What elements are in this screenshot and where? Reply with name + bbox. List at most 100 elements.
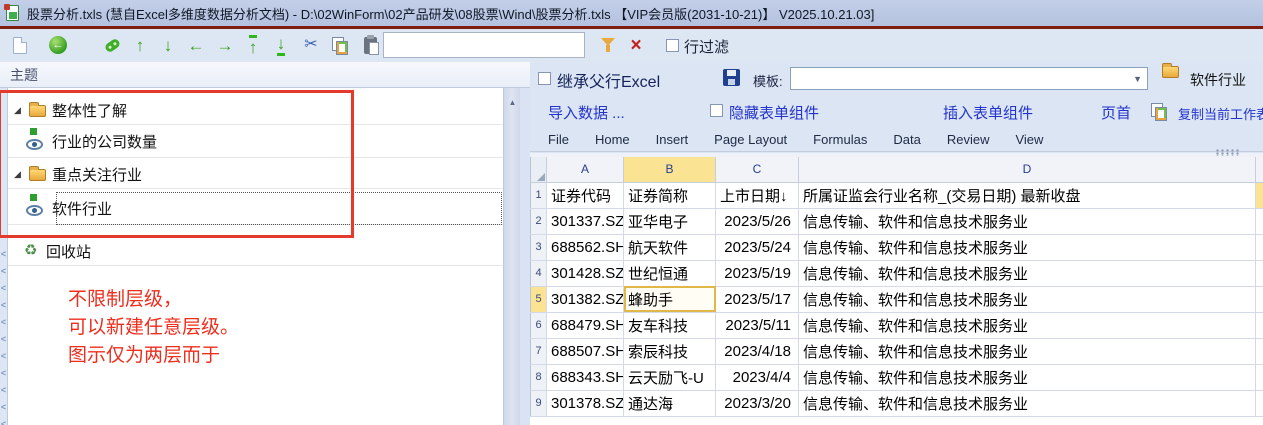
tree-item-industry-count[interactable]: 行业的公司数量 — [8, 126, 503, 158]
scroll-up-icon[interactable]: ▲ — [504, 94, 521, 110]
move-top-button[interactable]: ↑ — [241, 33, 265, 57]
column-header-A[interactable]: A — [546, 157, 624, 183]
cell-D4[interactable]: 信息传输、软件和信息技术服务业 — [798, 260, 1256, 287]
cell-A1[interactable]: 证券代码 — [546, 182, 624, 209]
ribbon-tab-home[interactable]: Home — [595, 132, 630, 147]
column-header-C[interactable]: C — [715, 157, 799, 183]
cell-A8[interactable]: 688343.SH — [546, 364, 624, 391]
eye-icon[interactable] — [26, 205, 43, 216]
tree-item-recycle-bin[interactable]: ♻ 回收站 — [8, 238, 503, 266]
cell-A4[interactable]: 301428.SZ — [546, 260, 624, 287]
cell-B4[interactable]: 世纪恒通 — [623, 260, 716, 287]
cell-C8[interactable]: 2023/4/4 — [715, 364, 799, 391]
row-header-5[interactable]: 5 — [530, 286, 547, 313]
column-header-E-partial[interactable] — [1255, 157, 1263, 183]
move-up-button[interactable]: ↑ — [128, 33, 152, 57]
cell-A9[interactable]: 301378.SZ — [546, 390, 624, 417]
ribbon-tab-view[interactable]: View — [1015, 132, 1043, 147]
copy-button[interactable] — [327, 33, 351, 57]
cell-C1[interactable]: 上市日期↓ — [715, 182, 799, 209]
tree-item-focus-industries[interactable]: ◢ 重点关注行业 — [8, 161, 503, 189]
cell-D7[interactable]: 信息传输、软件和信息技术服务业 — [798, 338, 1256, 365]
cell-B2[interactable]: 亚华电子 — [623, 208, 716, 235]
ribbon-tab-file[interactable]: File — [548, 132, 569, 147]
filter-button[interactable] — [596, 33, 620, 57]
row-header-4[interactable]: 4 — [530, 260, 547, 287]
import-data-link[interactable]: 导入数据 ... — [548, 102, 625, 123]
cell-E3-partial[interactable] — [1255, 234, 1263, 261]
cell-C4[interactable]: 2023/5/19 — [715, 260, 799, 287]
ribbon-tab-data[interactable]: Data — [893, 132, 920, 147]
row-header-7[interactable]: 7 — [530, 338, 547, 365]
cell-D6[interactable]: 信息传输、软件和信息技术服务业 — [798, 312, 1256, 339]
cell-A2[interactable]: 301337.SZ — [546, 208, 624, 235]
select-all-corner[interactable] — [530, 157, 547, 183]
column-header-D[interactable]: D — [798, 157, 1256, 183]
link-button[interactable] — [100, 33, 124, 57]
ribbon-tab-review[interactable]: Review — [947, 132, 990, 147]
cell-A6[interactable]: 688479.SH — [546, 312, 624, 339]
cell-B3[interactable]: 航天软件 — [623, 234, 716, 261]
back-button[interactable]: ← — [46, 33, 70, 57]
cell-E6-partial[interactable] — [1255, 312, 1263, 339]
cell-D9[interactable]: 信息传输、软件和信息技术服务业 — [798, 390, 1256, 417]
row-filter-checkbox[interactable] — [666, 39, 679, 52]
cell-C2[interactable]: 2023/5/26 — [715, 208, 799, 235]
cell-D1[interactable]: 所属证监会行业名称_(交易日期) 最新收盘 — [798, 182, 1256, 209]
cell-B1[interactable]: 证券简称 — [623, 182, 716, 209]
move-bottom-button[interactable]: ↓ — [269, 33, 293, 57]
paste-button[interactable] — [358, 33, 382, 57]
cell-E2-partial[interactable] — [1255, 208, 1263, 235]
cell-A3[interactable]: 688562.SH — [546, 234, 624, 261]
expand-icon[interactable]: ◢ — [14, 169, 21, 180]
save-template-icon[interactable] — [723, 69, 740, 86]
cell-E9-partial[interactable] — [1255, 390, 1263, 417]
collapse-splitter[interactable]: <<<<<<<<<<<< — [0, 88, 8, 425]
cell-C3[interactable]: 2023/5/24 — [715, 234, 799, 261]
insert-form-link[interactable]: 插入表单组件 — [943, 102, 1033, 123]
cell-E1-partial[interactable] — [1255, 182, 1263, 209]
cell-E4-partial[interactable] — [1255, 260, 1263, 287]
row-header-1[interactable]: 1 — [530, 182, 547, 209]
cell-E7-partial[interactable] — [1255, 338, 1263, 365]
cell-C9[interactable]: 2023/3/20 — [715, 390, 799, 417]
cell-B5[interactable]: 蜂助手 — [623, 286, 716, 313]
hide-form-checkbox[interactable] — [710, 104, 723, 117]
row-header-2[interactable]: 2 — [530, 208, 547, 235]
clear-filter-button[interactable]: × — [624, 33, 648, 57]
cell-D2[interactable]: 信息传输、软件和信息技术服务业 — [798, 208, 1256, 235]
move-right-button[interactable]: → — [213, 33, 237, 57]
cell-D3[interactable]: 信息传输、软件和信息技术服务业 — [798, 234, 1256, 261]
eye-icon[interactable] — [26, 139, 43, 150]
cell-C6[interactable]: 2023/5/11 — [715, 312, 799, 339]
cut-button[interactable]: ✂ — [299, 33, 323, 57]
tree-scrollbar[interactable]: ▲ — [503, 88, 520, 425]
cell-C7[interactable]: 2023/4/18 — [715, 338, 799, 365]
cell-D5[interactable]: 信息传输、软件和信息技术服务业 — [798, 286, 1256, 313]
tree-item-software-industry[interactable]: 软件行业 — [8, 192, 503, 225]
row-header-6[interactable]: 6 — [530, 312, 547, 339]
cell-A7[interactable]: 688507.SH — [546, 338, 624, 365]
row-header-3[interactable]: 3 — [530, 234, 547, 261]
inherit-parent-checkbox[interactable] — [538, 72, 551, 85]
cell-B6[interactable]: 友车科技 — [623, 312, 716, 339]
move-left-button[interactable]: ← — [184, 33, 208, 57]
page-header-link[interactable]: 页首 — [1101, 102, 1131, 123]
ribbon-tab-insert[interactable]: Insert — [656, 132, 689, 147]
cell-E8-partial[interactable] — [1255, 364, 1263, 391]
ribbon-tab-formulas[interactable]: Formulas — [813, 132, 867, 147]
cell-E5-partial[interactable] — [1255, 286, 1263, 313]
new-document-button[interactable] — [8, 33, 32, 57]
grip-dots-icon[interactable] — [1215, 149, 1241, 156]
move-down-button[interactable]: ↓ — [156, 33, 180, 57]
expand-icon[interactable]: ◢ — [14, 105, 21, 116]
cell-B7[interactable]: 索辰科技 — [623, 338, 716, 365]
copy-sheet-icon[interactable] — [1150, 103, 1167, 121]
cell-D8[interactable]: 信息传输、软件和信息技术服务业 — [798, 364, 1256, 391]
row-header-9[interactable]: 9 — [530, 390, 547, 417]
column-header-B[interactable]: B — [623, 157, 716, 183]
tree-item-overview[interactable]: ◢ 整体性了解 — [8, 97, 503, 125]
row-header-8[interactable]: 8 — [530, 364, 547, 391]
cell-B9[interactable]: 通达海 — [623, 390, 716, 417]
cell-A5[interactable]: 301382.SZ — [546, 286, 624, 313]
